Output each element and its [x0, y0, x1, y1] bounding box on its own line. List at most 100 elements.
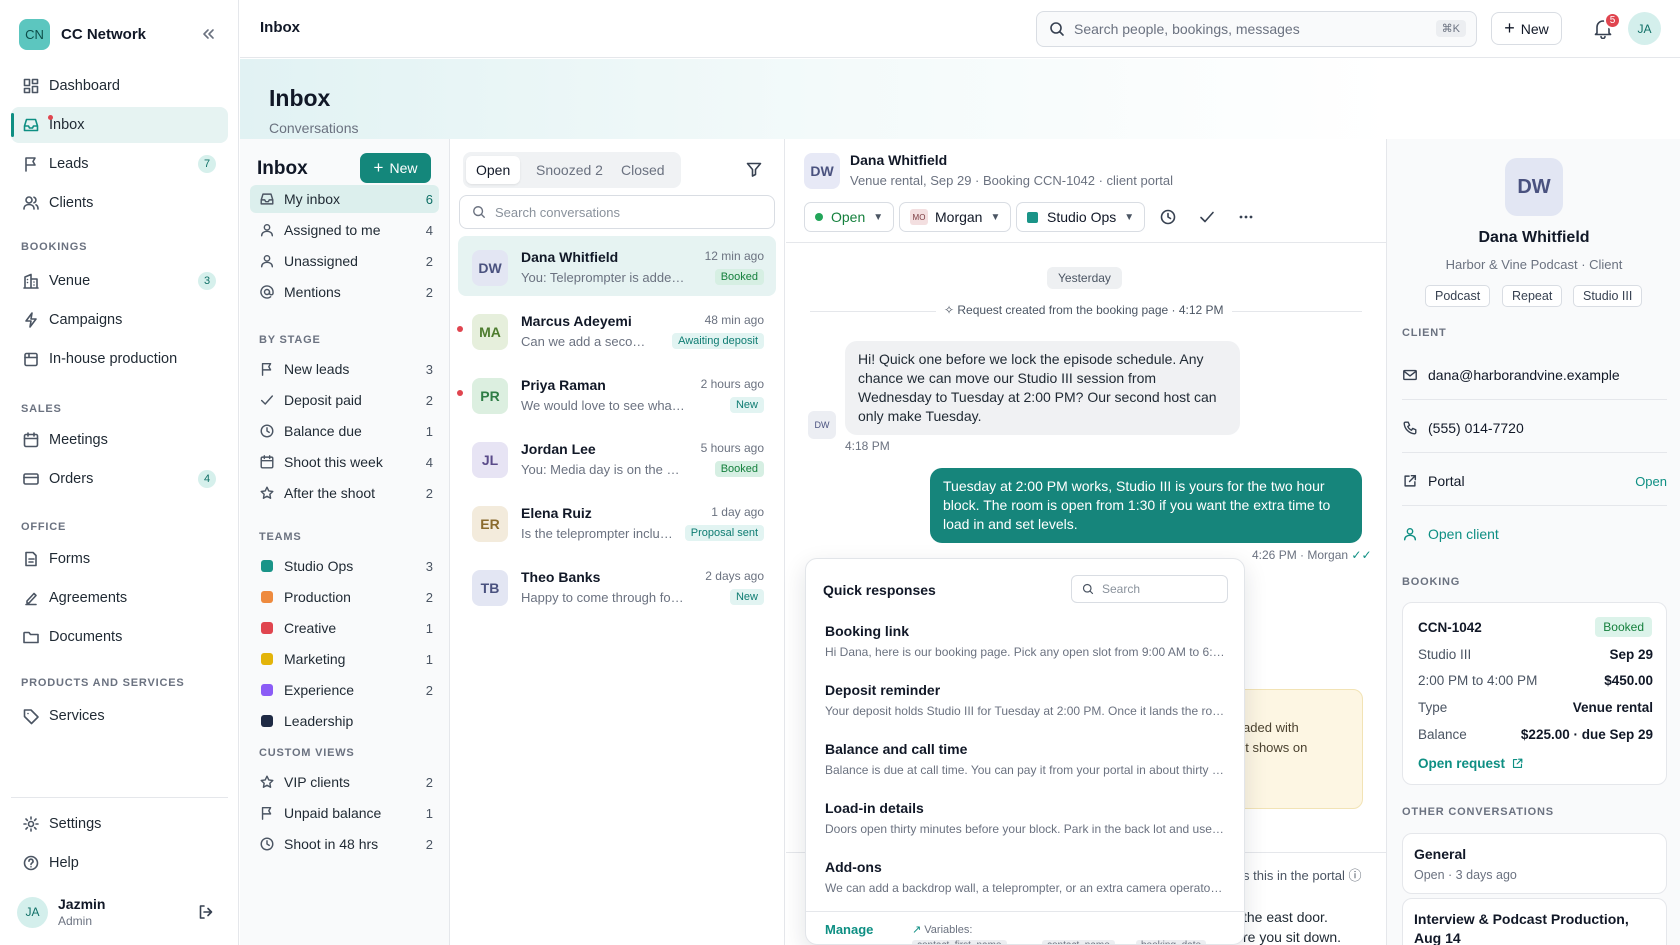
page-heading: Inbox [269, 85, 331, 111]
global-search-input[interactable]: Search people, bookings, messages ⌘K [1036, 11, 1477, 47]
filter-vip-clients[interactable]: VIP clients 2 [250, 768, 439, 796]
quick-response-item[interactable]: Booking link Hi Dana, here is our bookin… [825, 623, 1225, 659]
help-icon[interactable]: ⓘ [1349, 868, 1362, 883]
contact-email[interactable]: dana@harborandvine.example [1402, 364, 1667, 386]
sidebar-item-help[interactable]: Help [11, 845, 228, 881]
quick-response-item[interactable]: Add-ons We can add a backdrop wall, a te… [825, 859, 1225, 895]
filter-team-marketing[interactable]: Marketing 1 [250, 645, 439, 673]
filter-label: Studio Ops [284, 558, 354, 574]
filter-team-creative[interactable]: Creative 1 [250, 614, 439, 642]
sidebar-item-clients[interactable]: Clients [11, 185, 228, 221]
conversation-item[interactable]: TB Theo Banks 2 days ago Happy to come t… [458, 556, 776, 616]
filter-icon[interactable] [745, 160, 763, 178]
new-conversation-button[interactable]: + New [360, 153, 431, 183]
contact-name[interactable]: Dana Whitfield [850, 152, 947, 168]
sidebar-item-label: Venue [49, 273, 91, 289]
quick-response-item[interactable]: Deposit reminder Your deposit holds Stud… [825, 682, 1225, 718]
sidebar-item-dashboard[interactable]: Dashboard [11, 68, 228, 104]
filter-mentions[interactable]: Mentions 2 [250, 278, 439, 306]
close-conversation-check-icon[interactable] [1198, 208, 1216, 226]
filter-section-teams: TEAMS [259, 531, 302, 543]
quick-response-item[interactable]: Load-in details Doors open thirty minute… [825, 800, 1225, 836]
open-client-link[interactable]: Open client [1402, 523, 1667, 545]
more-options-icon[interactable] [1237, 208, 1255, 226]
tab-closed[interactable]: Closed [611, 156, 675, 184]
filter-unpaid-balance[interactable]: Unpaid balance 1 [250, 799, 439, 827]
other-conversation-card[interactable]: General Open · 3 days ago [1402, 833, 1667, 894]
assignee-dropdown[interactable]: MO Morgan ▼ [899, 202, 1012, 232]
quick-response-search-input[interactable]: Search [1071, 575, 1228, 603]
sidebar-item-settings[interactable]: Settings [11, 806, 228, 842]
conversation-item[interactable]: PR Priya Raman 2 hours ago We would love… [457, 364, 776, 424]
sidebar-item-campaigns[interactable]: Campaigns [11, 302, 228, 338]
tab-snoozed[interactable]: Snoozed 2 [526, 156, 613, 184]
team-color-swatch [261, 591, 273, 603]
section-booking: BOOKING [1402, 576, 1461, 588]
logout-icon[interactable] [197, 903, 215, 921]
status-label: Open [831, 209, 866, 225]
manage-quick-responses-link[interactable]: Manage [825, 922, 873, 937]
filter-team-production[interactable]: Production 2 [250, 583, 439, 611]
sidebar-item-forms[interactable]: Forms [11, 541, 228, 577]
filter-my-inbox[interactable]: My inbox 6 [250, 185, 439, 213]
filter-new-leads[interactable]: New leads 3 [250, 355, 439, 383]
variable-chip[interactable]: booking_date [1136, 940, 1207, 944]
sidebar-item-services[interactable]: Services [11, 698, 228, 734]
sidebar-item-in-house-production[interactable]: In-house production [11, 341, 228, 377]
gear-icon [22, 815, 40, 833]
avatar[interactable]: JA [1628, 12, 1661, 45]
status-badge: New [729, 589, 764, 605]
conversation-name: Theo Banks [521, 569, 601, 585]
section-client: CLIENT [1402, 327, 1447, 339]
other-conversation-card[interactable]: Interview & Podcast Production, Aug 14 [1402, 898, 1667, 945]
filter-count: 6 [425, 191, 433, 207]
contact-tag[interactable]: Podcast [1425, 285, 1491, 307]
conversation-time: 12 min ago [704, 249, 764, 263]
quick-response-text: Hi Dana, here is our booking page. Pick … [825, 645, 1225, 659]
booking-card[interactable]: CCN-1042 Booked Studio III Sep 29 2:00 P… [1402, 602, 1667, 785]
sidebar-item-meetings[interactable]: Meetings [11, 422, 228, 458]
variable-chip[interactable]: contact_first_name [912, 940, 1007, 944]
filter-assigned-to-me[interactable]: Assigned to me 4 [250, 216, 439, 244]
filter-team-experience[interactable]: Experience 2 [250, 676, 439, 704]
conversation-name: Elena Ruiz [521, 505, 592, 521]
contact-phone[interactable]: (555) 014-7720 [1402, 417, 1667, 439]
sidebar-item-orders[interactable]: Orders 4 [11, 461, 228, 497]
sidebar-item-inbox[interactable]: Inbox [11, 107, 228, 143]
contact-portal[interactable]: Portal Open [1402, 470, 1667, 492]
other-conversation-title: Interview & Podcast Production, Aug 14 [1414, 911, 1629, 945]
conversation-item[interactable]: MA Marcus Adeyemi 48 min ago Can we add … [457, 300, 776, 360]
new-button[interactable]: + New [1491, 12, 1562, 45]
open-request-link[interactable]: Open request [1418, 756, 1524, 771]
conversation-item[interactable]: DW Dana Whitfield 12 min ago You: Telepr… [458, 236, 776, 296]
status-dropdown[interactable]: Open ▼ [804, 202, 895, 232]
contact-tag[interactable]: Repeat [1502, 285, 1563, 307]
filter-after-the-shoot[interactable]: After the shoot 2 [250, 479, 439, 507]
conversation-item[interactable]: JL Jordan Lee 5 hours ago You: Media day… [458, 428, 776, 488]
snooze-clock-icon[interactable] [1159, 208, 1177, 226]
variable-chip[interactable]: contact_name [1042, 940, 1115, 944]
contact-tag[interactable]: Studio III [1573, 285, 1643, 307]
filter-team-leadership[interactable]: Leadership [250, 707, 439, 735]
quick-response-item[interactable]: Balance and call time Balance is due at … [825, 741, 1225, 777]
conversation-time: 1 day ago [711, 505, 764, 519]
filter-shoot-in-48-hrs[interactable]: Shoot in 48 hrs 2 [250, 830, 439, 858]
filter-count: 3 [425, 361, 433, 377]
filter-unassigned[interactable]: Unassigned 2 [250, 247, 439, 275]
sidebar-item-venue[interactable]: Venue 3 [11, 263, 228, 299]
filter-shoot-this-week[interactable]: Shoot this week 4 [250, 448, 439, 476]
filter-balance-due[interactable]: Balance due 1 [250, 417, 439, 445]
reply-composer[interactable]: the east door. re you sit down. [1243, 907, 1341, 945]
brand[interactable]: CN CC Network [19, 19, 146, 50]
sidebar-item-leads[interactable]: Leads 7 [11, 146, 228, 182]
collapse-sidebar-icon[interactable] [199, 25, 217, 43]
sidebar-item-agreements[interactable]: Agreements [11, 580, 228, 616]
conversation-item[interactable]: ER Elena Ruiz 1 day ago Is the telepromp… [458, 492, 776, 552]
conversation-search-input[interactable]: Search conversations [459, 195, 775, 229]
filter-deposit-paid[interactable]: Deposit paid 2 [250, 386, 439, 414]
sidebar-item-documents[interactable]: Documents [11, 619, 228, 655]
team-dropdown[interactable]: Studio Ops ▼ [1016, 202, 1146, 232]
user-profile[interactable]: JA Jazmin Admin [17, 896, 105, 928]
filter-team-studio-ops[interactable]: Studio Ops 3 [250, 552, 439, 580]
tab-open[interactable]: Open [466, 156, 521, 184]
